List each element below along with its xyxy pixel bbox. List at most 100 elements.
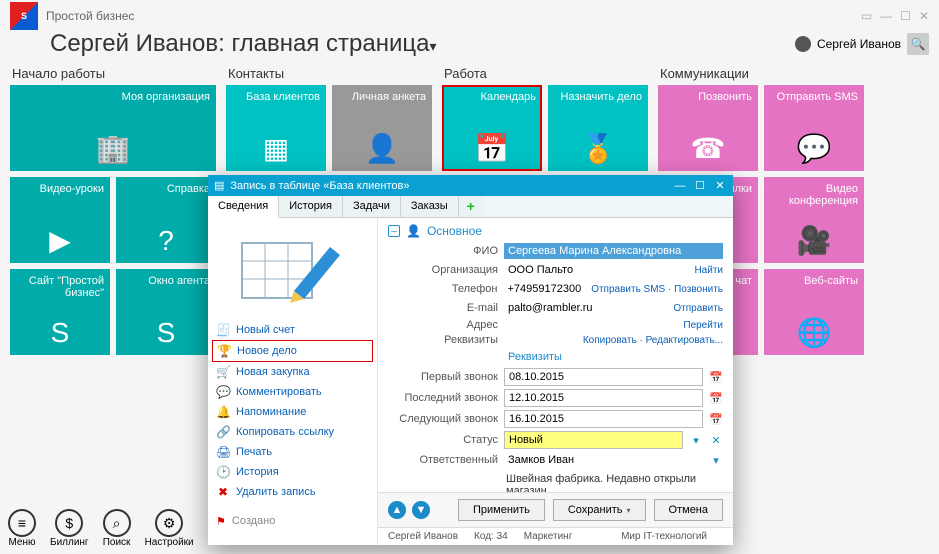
building-icon: 🏢	[16, 132, 210, 165]
video-icon: ▶	[16, 224, 104, 257]
medal-icon: 🏅	[554, 132, 642, 165]
agent-icon: S	[122, 317, 210, 349]
label-call3: Следующий звонок	[388, 413, 498, 425]
act-history[interactable]: 🕑История	[212, 462, 373, 482]
sb-owner: Мир IT-технологий	[621, 531, 723, 542]
calendar-picker-icon[interactable]: 📅	[709, 392, 723, 405]
phone-icon: ☎	[664, 132, 752, 165]
flag-icon: ⚑	[216, 515, 226, 528]
collapse-icon[interactable]: –	[388, 225, 400, 237]
search-footer-button[interactable]: ⌕Поиск	[103, 509, 131, 548]
window-minimize-icon[interactable]: —	[880, 9, 892, 23]
chevron-down-icon: ▾	[429, 38, 436, 54]
dialog-title: Запись в таблице «База клиентов»	[230, 180, 409, 192]
value-resp[interactable]: Замков Иван	[504, 452, 703, 468]
action-send[interactable]: Отправить	[673, 303, 723, 314]
calendar-picker-icon[interactable]: 📅	[709, 413, 723, 426]
bell-icon: 🔔	[216, 405, 230, 419]
tile-sms[interactable]: Отправить SMS💬	[764, 85, 864, 171]
tab-info[interactable]: Сведения	[208, 196, 279, 218]
input-call2[interactable]	[504, 389, 703, 407]
section-title-contacts: Контакты	[228, 66, 432, 81]
tile-agent[interactable]: Окно агентаS	[116, 269, 216, 355]
act-new-invoice[interactable]: 🧾Новый счет	[212, 320, 373, 340]
save-button[interactable]: Сохранить▾	[553, 499, 646, 521]
user-name[interactable]: Сергей Иванов	[817, 37, 901, 51]
tab-orders[interactable]: Заказы	[401, 196, 459, 217]
act-comment[interactable]: 💬Комментировать	[212, 382, 373, 402]
edit-illustration	[233, 224, 353, 314]
person-icon: 👤	[338, 132, 426, 165]
avatar[interactable]	[795, 36, 811, 52]
window-maximize-icon[interactable]: ☐	[900, 9, 911, 23]
nav-up[interactable]: ▲	[388, 501, 406, 519]
cancel-button[interactable]: Отмена	[654, 499, 723, 521]
input-call3[interactable]	[504, 410, 703, 428]
delete-icon: ✖	[216, 485, 230, 499]
logo-icon: S	[16, 317, 104, 349]
value-fio[interactable]: Сергеева Марина Александровна	[504, 243, 723, 259]
page-title[interactable]: Сергей Иванов: главная страница▾	[50, 30, 437, 58]
chevron-down-icon[interactable]: ▾	[689, 434, 703, 447]
value-org[interactable]: ООО Пальто	[504, 262, 688, 278]
tile-vc[interactable]: Видео конференция🎥	[764, 177, 864, 263]
dialog-close-icon[interactable]: ✕	[713, 179, 727, 192]
value-email[interactable]: palto@rambler.ru	[504, 300, 667, 316]
menu-button[interactable]: ≡Меню	[8, 509, 36, 548]
menu-icon: ≡	[8, 509, 36, 537]
action-goto[interactable]: Перейти	[683, 320, 723, 331]
action-copy-edit[interactable]: Копировать · Редактировать...	[583, 335, 723, 346]
search-icon: ⌕	[103, 509, 131, 537]
value-phone[interactable]: +74959172300	[503, 281, 585, 297]
action-sms-call[interactable]: Отправить SMS · Позвонить	[591, 284, 723, 295]
settings-button[interactable]: ⚙Настройки	[145, 509, 194, 548]
act-delete[interactable]: ✖Удалить запись	[212, 482, 373, 502]
act-new-task[interactable]: 🏆Новое дело	[212, 340, 373, 362]
sb-dept: Маркетинг	[524, 531, 573, 542]
gear-icon: ⚙	[155, 509, 183, 537]
label-req: Реквизиты	[388, 334, 498, 346]
value-addr[interactable]	[504, 323, 677, 327]
act-reminder[interactable]: 🔔Напоминание	[212, 402, 373, 422]
input-call1[interactable]	[504, 368, 703, 386]
label-resp: Ответственный	[388, 454, 498, 466]
tile-site[interactable]: Сайт "Простой бизнес"S	[10, 269, 110, 355]
tab-tasks[interactable]: Задачи	[343, 196, 401, 217]
tile-help[interactable]: Справка?	[116, 177, 216, 263]
comment-icon: 💬	[216, 385, 230, 399]
search-button[interactable]: 🔍	[907, 33, 929, 55]
nav-down[interactable]: ▼	[412, 501, 430, 519]
sb-code: Код: 34	[474, 531, 508, 542]
action-find[interactable]: Найти	[694, 265, 723, 276]
dialog-minimize-icon[interactable]: —	[673, 180, 687, 192]
sms-icon: 💬	[770, 132, 858, 165]
input-status[interactable]	[504, 431, 683, 449]
note-text[interactable]: Швейная фабрика. Недавно открыли магазин	[506, 471, 723, 492]
label-email: E-mail	[388, 302, 498, 314]
tile-clients[interactable]: База клиентов▦	[226, 85, 326, 171]
tile-video[interactable]: Видео-уроки▶	[10, 177, 110, 263]
clear-icon[interactable]: ✕	[709, 434, 723, 447]
tile-profile[interactable]: Личная анкета👤	[332, 85, 432, 171]
tile-call[interactable]: Позвонить☎	[658, 85, 758, 171]
dialog-maximize-icon[interactable]: ☐	[693, 179, 707, 192]
act-copy-link[interactable]: 🔗Копировать ссылку	[212, 422, 373, 442]
app-logo: S	[10, 2, 38, 30]
tile-web[interactable]: Веб-сайты🌐	[764, 269, 864, 355]
tile-my-org[interactable]: Моя организация🏢	[10, 85, 216, 171]
calendar-picker-icon[interactable]: 📅	[709, 371, 723, 384]
chevron-down-icon[interactable]: ▾	[709, 454, 723, 467]
dialog-tabs: Сведения История Задачи Заказы +	[208, 196, 733, 218]
tab-add[interactable]: +	[459, 196, 483, 217]
label-call1: Первый звонок	[388, 371, 498, 383]
tile-calendar[interactable]: Календарь📅	[442, 85, 542, 171]
window-close-icon[interactable]: ✕	[919, 9, 929, 23]
act-new-purchase[interactable]: 🛒Новая закупка	[212, 362, 373, 382]
apply-button[interactable]: Применить	[458, 499, 545, 521]
value-req[interactable]	[504, 338, 577, 342]
question-icon: ?	[122, 225, 210, 257]
billing-button[interactable]: $Биллинг	[50, 509, 89, 548]
tab-history[interactable]: История	[279, 196, 343, 217]
act-print[interactable]: 🖨Печать	[212, 442, 373, 462]
tile-task[interactable]: Назначить дело🏅	[548, 85, 648, 171]
